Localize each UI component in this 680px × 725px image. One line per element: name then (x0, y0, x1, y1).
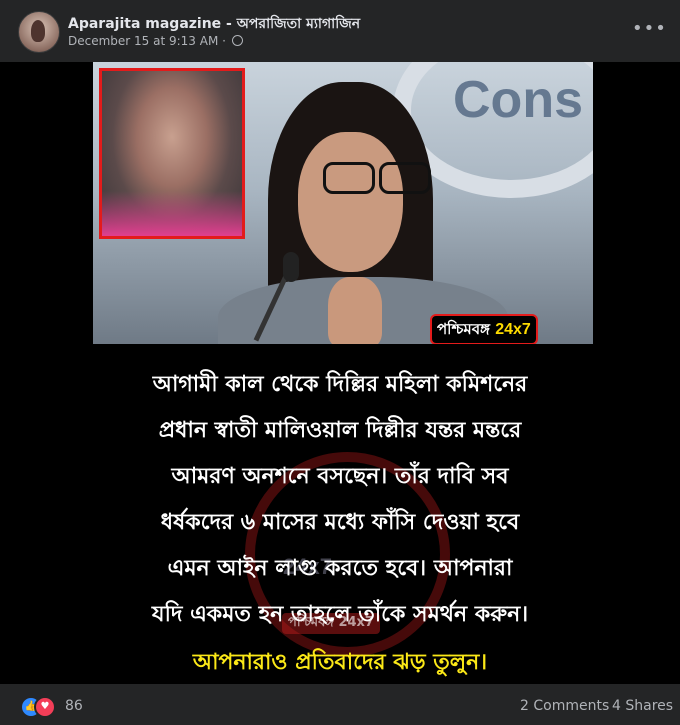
reaction-count[interactable]: 86 (65, 698, 83, 714)
post-header: Aparajita magazine - অপরাজিতা ম্যাগাজিন … (0, 0, 680, 62)
badge-suffix-text: 24x7 (495, 321, 531, 338)
blurred-inset-photo (99, 68, 245, 239)
love-icon: ♥ (34, 696, 56, 718)
image-caption: আগামী কাল থেকে দিল্লির মহিলা কমিশনের প্র… (0, 362, 680, 684)
news-photo: Cons পশ্চিমবঙ্গ 24x7 (93, 62, 593, 344)
caption-line: প্রধান স্বাতী মালিওয়াল দিল্লীর যন্তর মন… (158, 418, 522, 443)
page-avatar[interactable] (18, 11, 60, 53)
channel-badge: পশ্চিমবঙ্গ 24x7 (430, 314, 538, 344)
person-face (298, 132, 403, 272)
caption-line: আমরণ অনশনে বসছেন। তাঁর দাবি সব (171, 464, 509, 489)
caption-line: ধর্ষকদের ৬ মাসের মধ্যে ফাঁসি দেওয়া হবে (160, 510, 520, 535)
microphone-icon (283, 252, 299, 282)
caption-highlight: আপনারাও প্রতিবাদের ঝড় তুলুন। (192, 650, 488, 675)
backdrop-text: Cons (453, 71, 583, 129)
page-name-link[interactable]: Aparajita magazine - অপরাজিতা ম্যাগাজিন (68, 12, 360, 36)
post-meta: December 15 at 9:13 AM · (68, 34, 243, 48)
badge-bengali-text: পশ্চিমবঙ্গ (437, 320, 490, 338)
more-options-icon[interactable]: ••• (632, 18, 666, 42)
meta-separator: · (222, 34, 226, 48)
glasses-shape (323, 162, 431, 194)
facebook-post: Aparajita magazine - অপরাজিতা ম্যাগাজিন … (0, 0, 680, 725)
reaction-icons[interactable]: 👍 ♥ (20, 696, 60, 718)
person-hand (328, 277, 382, 344)
caption-line: যদি একমত হন তাহলে তাঁকে সমর্থন করুন। (151, 602, 529, 627)
caption-line: আগামী কাল থেকে দিল্লির মহিলা কমিশনের (152, 372, 528, 397)
post-image[interactable]: Cons পশ্চিমবঙ্গ 24x7 24x7 পশ্চিমবঙ্গ 24x… (0, 62, 680, 684)
comments-count-link[interactable]: 2 Comments (520, 698, 609, 714)
post-footer: 👍 ♥ 86 2 Comments 4 Shares (0, 684, 680, 725)
post-timestamp[interactable]: December 15 at 9:13 AM (68, 34, 218, 48)
caption-line: এমন আইন লাগু করতে হবে। আপনারা (167, 556, 513, 581)
shares-count-link[interactable]: 4 Shares (612, 698, 673, 714)
globe-icon[interactable] (231, 35, 243, 46)
